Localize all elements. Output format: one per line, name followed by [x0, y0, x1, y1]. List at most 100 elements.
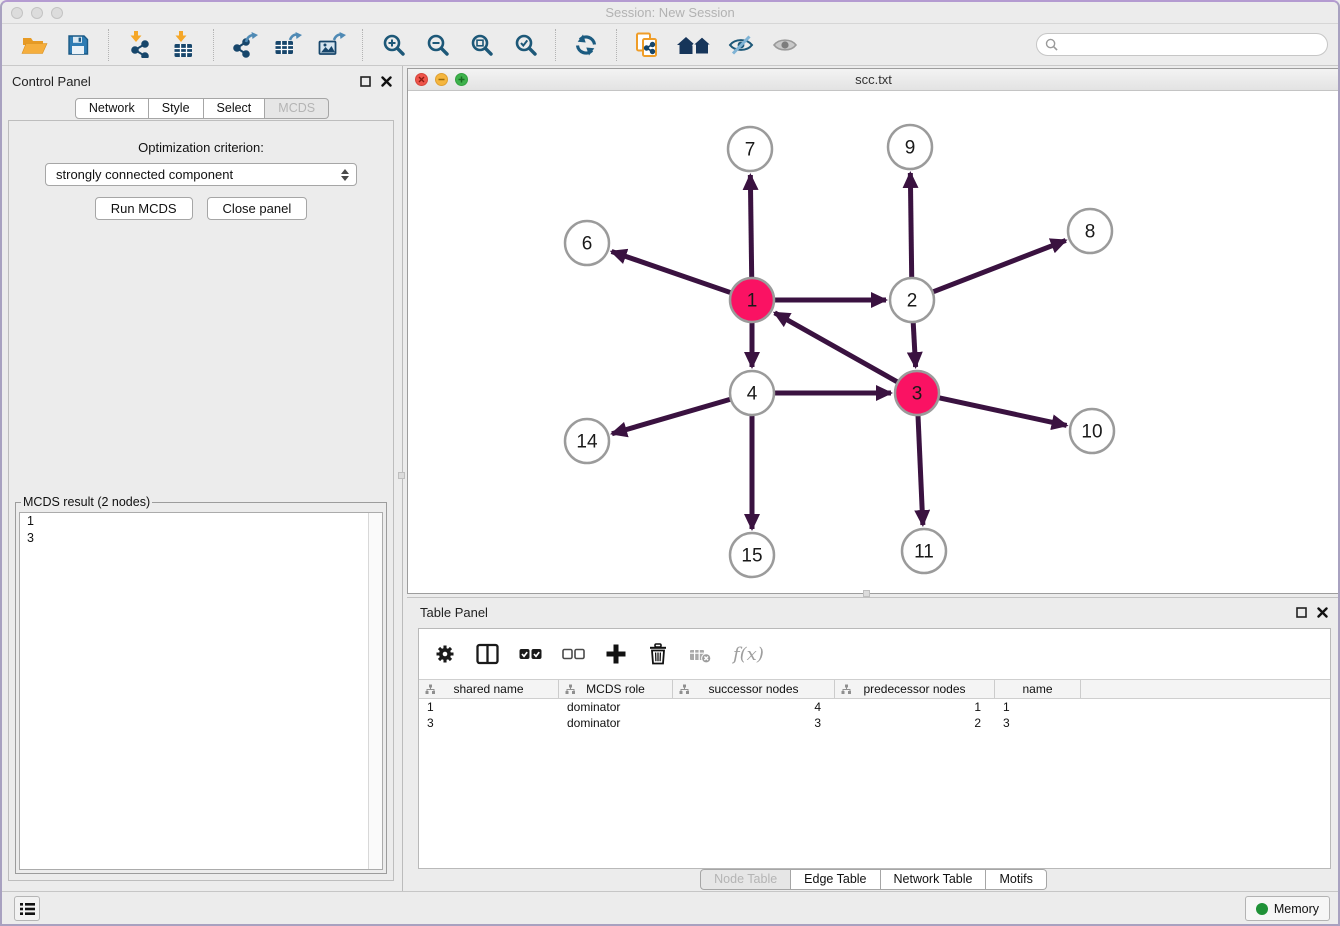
close-panel-icon[interactable]	[381, 76, 392, 87]
mcds-result-list[interactable]: 13	[19, 512, 383, 870]
float-panel-icon[interactable]	[360, 76, 371, 87]
search-icon	[1045, 38, 1058, 51]
houses-icon	[676, 34, 712, 56]
graph-edge-3-11[interactable]	[918, 415, 923, 525]
column-header-name[interactable]: name	[995, 680, 1081, 698]
graph-node-9[interactable]: 9	[888, 125, 932, 169]
table-body[interactable]: 1dominator4113dominator323	[419, 699, 1330, 868]
deselect-all-columns-button[interactable]	[562, 644, 585, 664]
table-tab-motifs[interactable]: Motifs	[986, 869, 1046, 890]
delete-table-button	[689, 644, 712, 664]
control-panel-tab-select[interactable]: Select	[204, 98, 266, 119]
select-all-columns-button[interactable]	[519, 644, 542, 664]
export-image-button[interactable]	[315, 28, 349, 62]
close-window-icon[interactable]	[11, 7, 23, 19]
maximize-window-icon[interactable]	[51, 7, 63, 19]
table-settings-button[interactable]	[434, 643, 456, 665]
mcds-result-item[interactable]: 1	[20, 513, 382, 530]
export-table-button[interactable]	[271, 28, 305, 62]
toolbar-separator	[213, 29, 214, 61]
graph-edge-2-3[interactable]	[913, 322, 915, 367]
graph-edge-3-1[interactable]	[775, 313, 898, 382]
run-mcds-button[interactable]: Run MCDS	[95, 197, 193, 220]
hide-selected-button[interactable]	[724, 28, 758, 62]
graph-edge-1-7[interactable]	[750, 175, 751, 278]
minimize-window-icon[interactable]	[31, 7, 43, 19]
show-column-panel-button[interactable]	[476, 643, 499, 665]
save-session-button[interactable]	[61, 28, 95, 62]
graph-node-1[interactable]: 1	[730, 278, 774, 322]
column-header-predecessor-nodes[interactable]: predecessor nodes	[835, 680, 995, 698]
splitter-grip[interactable]	[863, 590, 870, 597]
table-cell: 2	[835, 715, 995, 731]
control-panel-tab-network[interactable]: Network	[75, 98, 149, 119]
close-table-panel-icon[interactable]	[1317, 607, 1328, 618]
control-panel-tab-mcds[interactable]: MCDS	[265, 98, 329, 119]
graph-node-8[interactable]: 8	[1068, 209, 1112, 253]
open-folder-icon	[21, 34, 48, 56]
column-header-filler	[1081, 680, 1330, 698]
control-panel-tab-style[interactable]: Style	[149, 98, 204, 119]
new-network-from-selection-button[interactable]	[630, 28, 664, 62]
graph-edge-2-9[interactable]	[910, 173, 911, 278]
column-header-successor-nodes[interactable]: successor nodes	[673, 680, 835, 698]
maximize-view-icon[interactable]	[455, 73, 468, 86]
toolbar-separator	[362, 29, 363, 61]
graph-edge-2-8[interactable]	[933, 240, 1066, 292]
search-input[interactable]	[1063, 38, 1319, 52]
network-window-titlebar[interactable]: scc.txt	[408, 69, 1339, 91]
graph-node-4[interactable]: 4	[730, 371, 774, 415]
delete-columns-button[interactable]	[647, 643, 669, 665]
refresh-icon	[574, 33, 598, 57]
graph-edge-3-10[interactable]	[938, 398, 1066, 426]
result-scrollbar[interactable]	[368, 513, 382, 869]
zoom-in-button[interactable]	[376, 28, 410, 62]
criterion-dropdown[interactable]: strongly connected component	[45, 163, 357, 186]
float-table-panel-icon[interactable]	[1296, 607, 1307, 618]
import-table-button[interactable]	[166, 28, 200, 62]
table-tab-edge-table[interactable]: Edge Table	[791, 869, 880, 890]
zoom-fit-button[interactable]	[464, 28, 498, 62]
table-tab-node-table[interactable]: Node Table	[700, 869, 791, 890]
table-row[interactable]: 1dominator411	[419, 699, 1330, 715]
table-row[interactable]: 3dominator323	[419, 715, 1330, 731]
close-panel-button[interactable]: Close panel	[207, 197, 308, 220]
network-graph[interactable]: 7 9 6 8 1 2 4 3 14 10 15 11	[408, 91, 1339, 593]
memory-button[interactable]: Memory	[1245, 896, 1330, 921]
svg-text:4: 4	[747, 384, 758, 405]
control-panel-tabs: NetworkStyleSelectMCDS	[2, 98, 402, 119]
status-bar: Memory	[2, 891, 1338, 924]
column-header-MCDS-role[interactable]: MCDS role	[559, 680, 673, 698]
zoom-selected-button[interactable]	[508, 28, 542, 62]
graph-node-7[interactable]: 7	[728, 127, 772, 171]
graph-node-15[interactable]: 15	[730, 533, 774, 577]
memory-status-icon	[1256, 903, 1268, 915]
svg-text:1: 1	[747, 291, 758, 312]
node-table-container: f(x) shared nameMCDS rolesuccessor nodes…	[418, 628, 1331, 869]
close-view-icon[interactable]	[415, 73, 428, 86]
graph-node-2[interactable]: 2	[890, 278, 934, 322]
graph-node-6[interactable]: 6	[565, 221, 609, 265]
create-column-button[interactable]	[605, 643, 627, 665]
splitter-grip[interactable]	[398, 472, 405, 479]
apply-layout-button[interactable]	[569, 28, 603, 62]
graph-node-10[interactable]: 10	[1070, 409, 1114, 453]
search-box[interactable]	[1036, 33, 1328, 56]
table-tab-network-table[interactable]: Network Table	[881, 869, 987, 890]
show-panels-button[interactable]	[14, 896, 40, 921]
columns-icon	[476, 643, 499, 665]
graph-edge-4-14[interactable]	[612, 399, 731, 434]
graph-edge-1-6[interactable]	[612, 251, 732, 292]
import-network-button[interactable]	[122, 28, 156, 62]
graph-node-11[interactable]: 11	[902, 529, 946, 573]
export-network-button[interactable]	[227, 28, 261, 62]
minimize-view-icon[interactable]	[435, 73, 448, 86]
column-header-shared-name[interactable]: shared name	[419, 680, 559, 698]
graph-node-3[interactable]: 3	[895, 371, 939, 415]
open-session-button[interactable]	[17, 28, 51, 62]
plus-icon	[605, 643, 627, 665]
mcds-result-item[interactable]: 3	[20, 530, 382, 547]
first-neighbors-button[interactable]	[674, 28, 714, 62]
zoom-out-button[interactable]	[420, 28, 454, 62]
graph-node-14[interactable]: 14	[565, 419, 609, 463]
